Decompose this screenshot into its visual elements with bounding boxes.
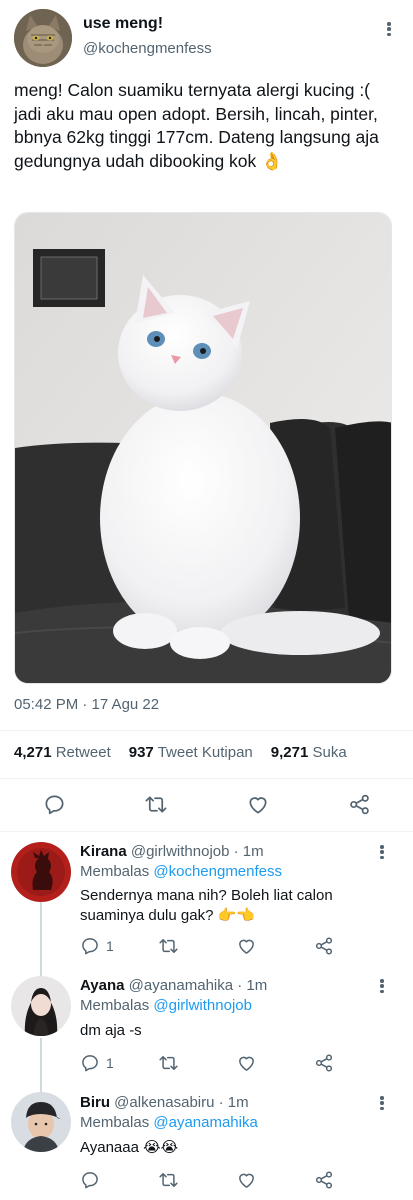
retweet-icon [159,1173,178,1187]
tweet-text: meng! Calon suamiku ternyata alergi kuci… [14,80,379,171]
reply-display-name[interactable]: Kirana [80,843,127,860]
divider [0,730,413,731]
reply-reply-button[interactable]: 1 [80,1053,114,1073]
reply-header: Ayana @ayanamahika · 1m [80,977,267,994]
reply-avatar[interactable] [11,842,71,902]
biru-avatar-image [11,1092,71,1152]
reply-like-button[interactable] [236,936,257,956]
reply-time[interactable]: · 1m [234,843,264,860]
author-display-name[interactable]: use meng! [83,15,163,33]
replying-to: Membalas @girlwithnojob [80,997,252,1014]
reply-reply-button[interactable] [80,1170,106,1190]
reply-handle[interactable]: @girlwithnojob [131,843,230,860]
reply-like-button[interactable] [236,1053,257,1073]
retweet-label: Retweet [55,744,111,761]
reply-time[interactable]: · 1m [219,1094,249,1111]
reply-retweet-button[interactable] [158,1170,179,1190]
like-label: Suka [312,744,347,761]
kirana-avatar-image [11,842,71,902]
tweet-share-button[interactable] [348,793,371,821]
reply-text: Sendernya mana nih? Boleh liat calon sua… [80,887,333,924]
reply-retweet-button[interactable] [158,936,179,956]
reply-icon [82,1172,98,1189]
reply-avatar[interactable] [11,1092,71,1152]
tweet-stats: 4,271 Retweet 937 Tweet Kutipan 9,271 Su… [14,744,347,761]
replying-prefix: Membalas [80,997,150,1014]
white-cat-photo [15,213,391,683]
reply-share-button[interactable] [314,1170,334,1190]
replying-prefix: Membalas [80,863,150,880]
reply-share-button[interactable] [314,1053,334,1073]
reply-reply-button[interactable]: 1 [80,936,114,956]
reply-icon [82,1055,98,1072]
retweet-count: 4,271 [14,744,52,761]
share-icon [315,937,333,955]
reply-share-button[interactable] [314,936,334,956]
like-icon [239,1056,254,1071]
retweet-stat[interactable]: 4,271 Retweet [14,744,111,761]
share-icon [315,1054,333,1072]
replying-to-handle[interactable]: @ayanamahika [153,1114,257,1131]
thread-line [40,1038,42,1096]
replying-prefix: Membalas [80,1114,150,1131]
divider [0,778,413,779]
like-icon [239,1173,254,1188]
reply-avatar[interactable] [11,976,71,1036]
reply-handle[interactable]: @ayanamahika [129,977,233,994]
replying-to-handle[interactable]: @girlwithnojob [153,997,252,1014]
like-icon [239,939,254,954]
reply-like-button[interactable] [236,1170,257,1190]
tweet-photo[interactable] [14,212,392,684]
replying-to-handle[interactable]: @kochengmenfess [153,863,282,880]
reply-retweet-button[interactable] [158,1053,179,1073]
reply-more-icon[interactable] [374,976,390,996]
reply-actions [80,1170,340,1192]
reply-text: dm aja -s [80,1022,142,1039]
author-handle[interactable]: @kochengmenfess [83,40,212,57]
like-stat[interactable]: 9,271 Suka [271,744,347,761]
reply-count: 1 [106,1055,114,1071]
reply-header: Kirana @girlwithnojob · 1m [80,843,264,860]
share-icon [350,794,369,815]
quote-count: 937 [128,744,154,761]
author-avatar[interactable] [14,9,72,67]
tweet-more-icon[interactable] [381,19,397,39]
ayana-avatar-image [11,976,71,1036]
reply-icon [82,938,98,955]
quote-label: Tweet Kutipan [157,744,253,761]
thread-line [40,902,42,980]
like-icon [249,797,267,814]
share-icon [315,1171,333,1189]
tweet-retweet-button[interactable] [144,793,168,821]
reply-display-name[interactable]: Ayana [80,977,124,994]
reply-icon [45,795,64,815]
reply-more-icon[interactable] [374,1093,390,1113]
like-count: 9,271 [270,744,309,761]
retweet-icon [159,1056,178,1070]
tweet-like-button[interactable] [246,793,270,821]
reply-more-icon[interactable] [374,842,390,862]
reply-time[interactable]: · 1m [237,977,267,994]
replying-to: Membalas @kochengmenfess [80,863,282,880]
tweet-timestamp[interactable]: 05:42 PM · 17 Agu 22 [14,696,159,713]
reply-display-name[interactable]: Biru [80,1094,110,1111]
retweet-icon [159,939,178,953]
cat-avatar-image [14,9,72,67]
reply-header: Biru @alkenasabiru · 1m [80,1094,249,1111]
reply-count: 1 [106,938,114,954]
replying-to: Membalas @ayanamahika [80,1114,258,1131]
reply-actions: 1 [80,1053,340,1075]
tweet-reply-button[interactable] [43,793,66,821]
reply-handle[interactable]: @alkenasabiru [114,1094,214,1111]
reply-text: Ayanaaa 😭😭 [80,1139,179,1156]
reply-actions: 1 [80,936,340,958]
quote-stat[interactable]: 937 Tweet Kutipan [129,744,253,761]
divider [0,831,413,832]
retweet-icon [145,796,167,813]
